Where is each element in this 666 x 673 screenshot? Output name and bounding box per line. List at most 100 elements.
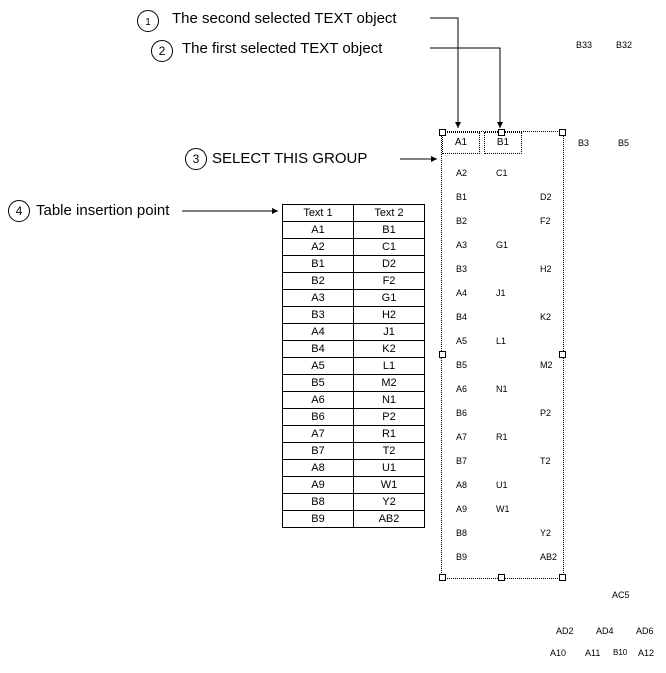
table-row: A8U1 (283, 460, 425, 477)
outside-label-ad4: AD4 (596, 626, 614, 636)
callout-circle-4: 4 (8, 200, 30, 222)
group-text: B5 (456, 360, 467, 370)
table-cell: A9 (283, 477, 354, 494)
table-row: A5L1 (283, 358, 425, 375)
outside-label-a10: A10 (550, 648, 566, 658)
callout-circle-2: 2 (151, 40, 173, 62)
outside-label-b5: B5 (618, 138, 629, 148)
group-text: B6 (456, 408, 467, 418)
table-cell: A4 (283, 324, 354, 341)
group-text: K2 (540, 312, 551, 322)
table-cell: B9 (283, 511, 354, 528)
table-cell: G1 (354, 290, 425, 307)
callout-label-1: The second selected TEXT object (172, 10, 397, 27)
table-row: B7T2 (283, 443, 425, 460)
table-cell: A2 (283, 239, 354, 256)
table-cell: B8 (283, 494, 354, 511)
group-text: A4 (456, 288, 467, 298)
group-text: AB2 (540, 552, 557, 562)
table-cell: A6 (283, 392, 354, 409)
table-cell: R1 (354, 426, 425, 443)
table-cell: A5 (283, 358, 354, 375)
table-header-row: Text 1 Text 2 (283, 205, 425, 222)
table-cell: B1 (283, 256, 354, 273)
table-cell: B4 (283, 341, 354, 358)
table-cell: B1 (354, 222, 425, 239)
group-text: M2 (540, 360, 553, 370)
group-text: L1 (496, 336, 506, 346)
table-row: B3H2 (283, 307, 425, 324)
table-row: A2C1 (283, 239, 425, 256)
table-row: B4K2 (283, 341, 425, 358)
table-row: A9W1 (283, 477, 425, 494)
table-row: B1D2 (283, 256, 425, 273)
outside-label-a12: A12 (638, 648, 654, 658)
table-cell: N1 (354, 392, 425, 409)
callout-number-4: 4 (16, 204, 23, 218)
group-text: B7 (456, 456, 467, 466)
table-cell: A8 (283, 460, 354, 477)
table-cell: B7 (283, 443, 354, 460)
group-text: C1 (496, 168, 508, 178)
table-cell: P2 (354, 409, 425, 426)
table-cell: B5 (283, 375, 354, 392)
group-text: A7 (456, 432, 467, 442)
group-text: A5 (456, 336, 467, 346)
callout-label-4: Table insertion point (36, 202, 169, 219)
callout-circle-1: 1 (137, 10, 159, 32)
group-text: R1 (496, 432, 508, 442)
outside-label-b3: B3 (578, 138, 589, 148)
table-row: B6P2 (283, 409, 425, 426)
group-text: A9 (456, 504, 467, 514)
callout-number-2: 2 (159, 44, 166, 58)
group-text: B2 (456, 216, 467, 226)
table-cell: K2 (354, 341, 425, 358)
outside-label-b33: B33 (576, 40, 592, 50)
table-cell: J1 (354, 324, 425, 341)
table-header-1: Text 1 (283, 205, 354, 222)
table-cell: A1 (283, 222, 354, 239)
group-text: J1 (496, 288, 506, 298)
group-text: B1 (456, 192, 467, 202)
outside-label-ac5: AC5 (612, 590, 630, 600)
callout-number-3: 3 (193, 152, 200, 166)
table-header-2: Text 2 (354, 205, 425, 222)
table-cell: L1 (354, 358, 425, 375)
result-table: Text 1 Text 2 A1B1A2C1B1D2B2F2A3G1B3H2A4… (282, 204, 425, 528)
callout-number-1: 1 (145, 17, 151, 28)
callout-circle-3: 3 (185, 148, 207, 170)
outside-label-a11: A11 (585, 648, 600, 658)
group-text: B9 (456, 552, 467, 562)
table-row: A7R1 (283, 426, 425, 443)
outside-label-b10: B10 (613, 648, 627, 657)
table-cell: B2 (283, 273, 354, 290)
table-row: B9AB2 (283, 511, 425, 528)
callout-label-3: SELECT THIS GROUP (212, 150, 367, 167)
table-cell: H2 (354, 307, 425, 324)
table-cell: A3 (283, 290, 354, 307)
table-cell: F2 (354, 273, 425, 290)
table-cell: Y2 (354, 494, 425, 511)
callout-label-2: The first selected TEXT object (182, 40, 382, 57)
table-row: A4J1 (283, 324, 425, 341)
table-cell: U1 (354, 460, 425, 477)
table-row: B5M2 (283, 375, 425, 392)
group-text: H2 (540, 264, 552, 274)
group-text: Y2 (540, 528, 551, 538)
outside-label-b32: B32 (616, 40, 632, 50)
outside-label-ad2: AD2 (556, 626, 574, 636)
table-row: A6N1 (283, 392, 425, 409)
group-text: A3 (456, 240, 467, 250)
group-text: F2 (540, 216, 551, 226)
group-text: U1 (496, 480, 508, 490)
table-row: A1B1 (283, 222, 425, 239)
group-text: P2 (540, 408, 551, 418)
group-text: G1 (496, 240, 508, 250)
group-text: B8 (456, 528, 467, 538)
table-row: B8Y2 (283, 494, 425, 511)
outside-label-ad6: AD6 (636, 626, 654, 636)
table-cell: M2 (354, 375, 425, 392)
group-text: T2 (540, 456, 551, 466)
group-text: W1 (496, 504, 510, 514)
table-cell: T2 (354, 443, 425, 460)
